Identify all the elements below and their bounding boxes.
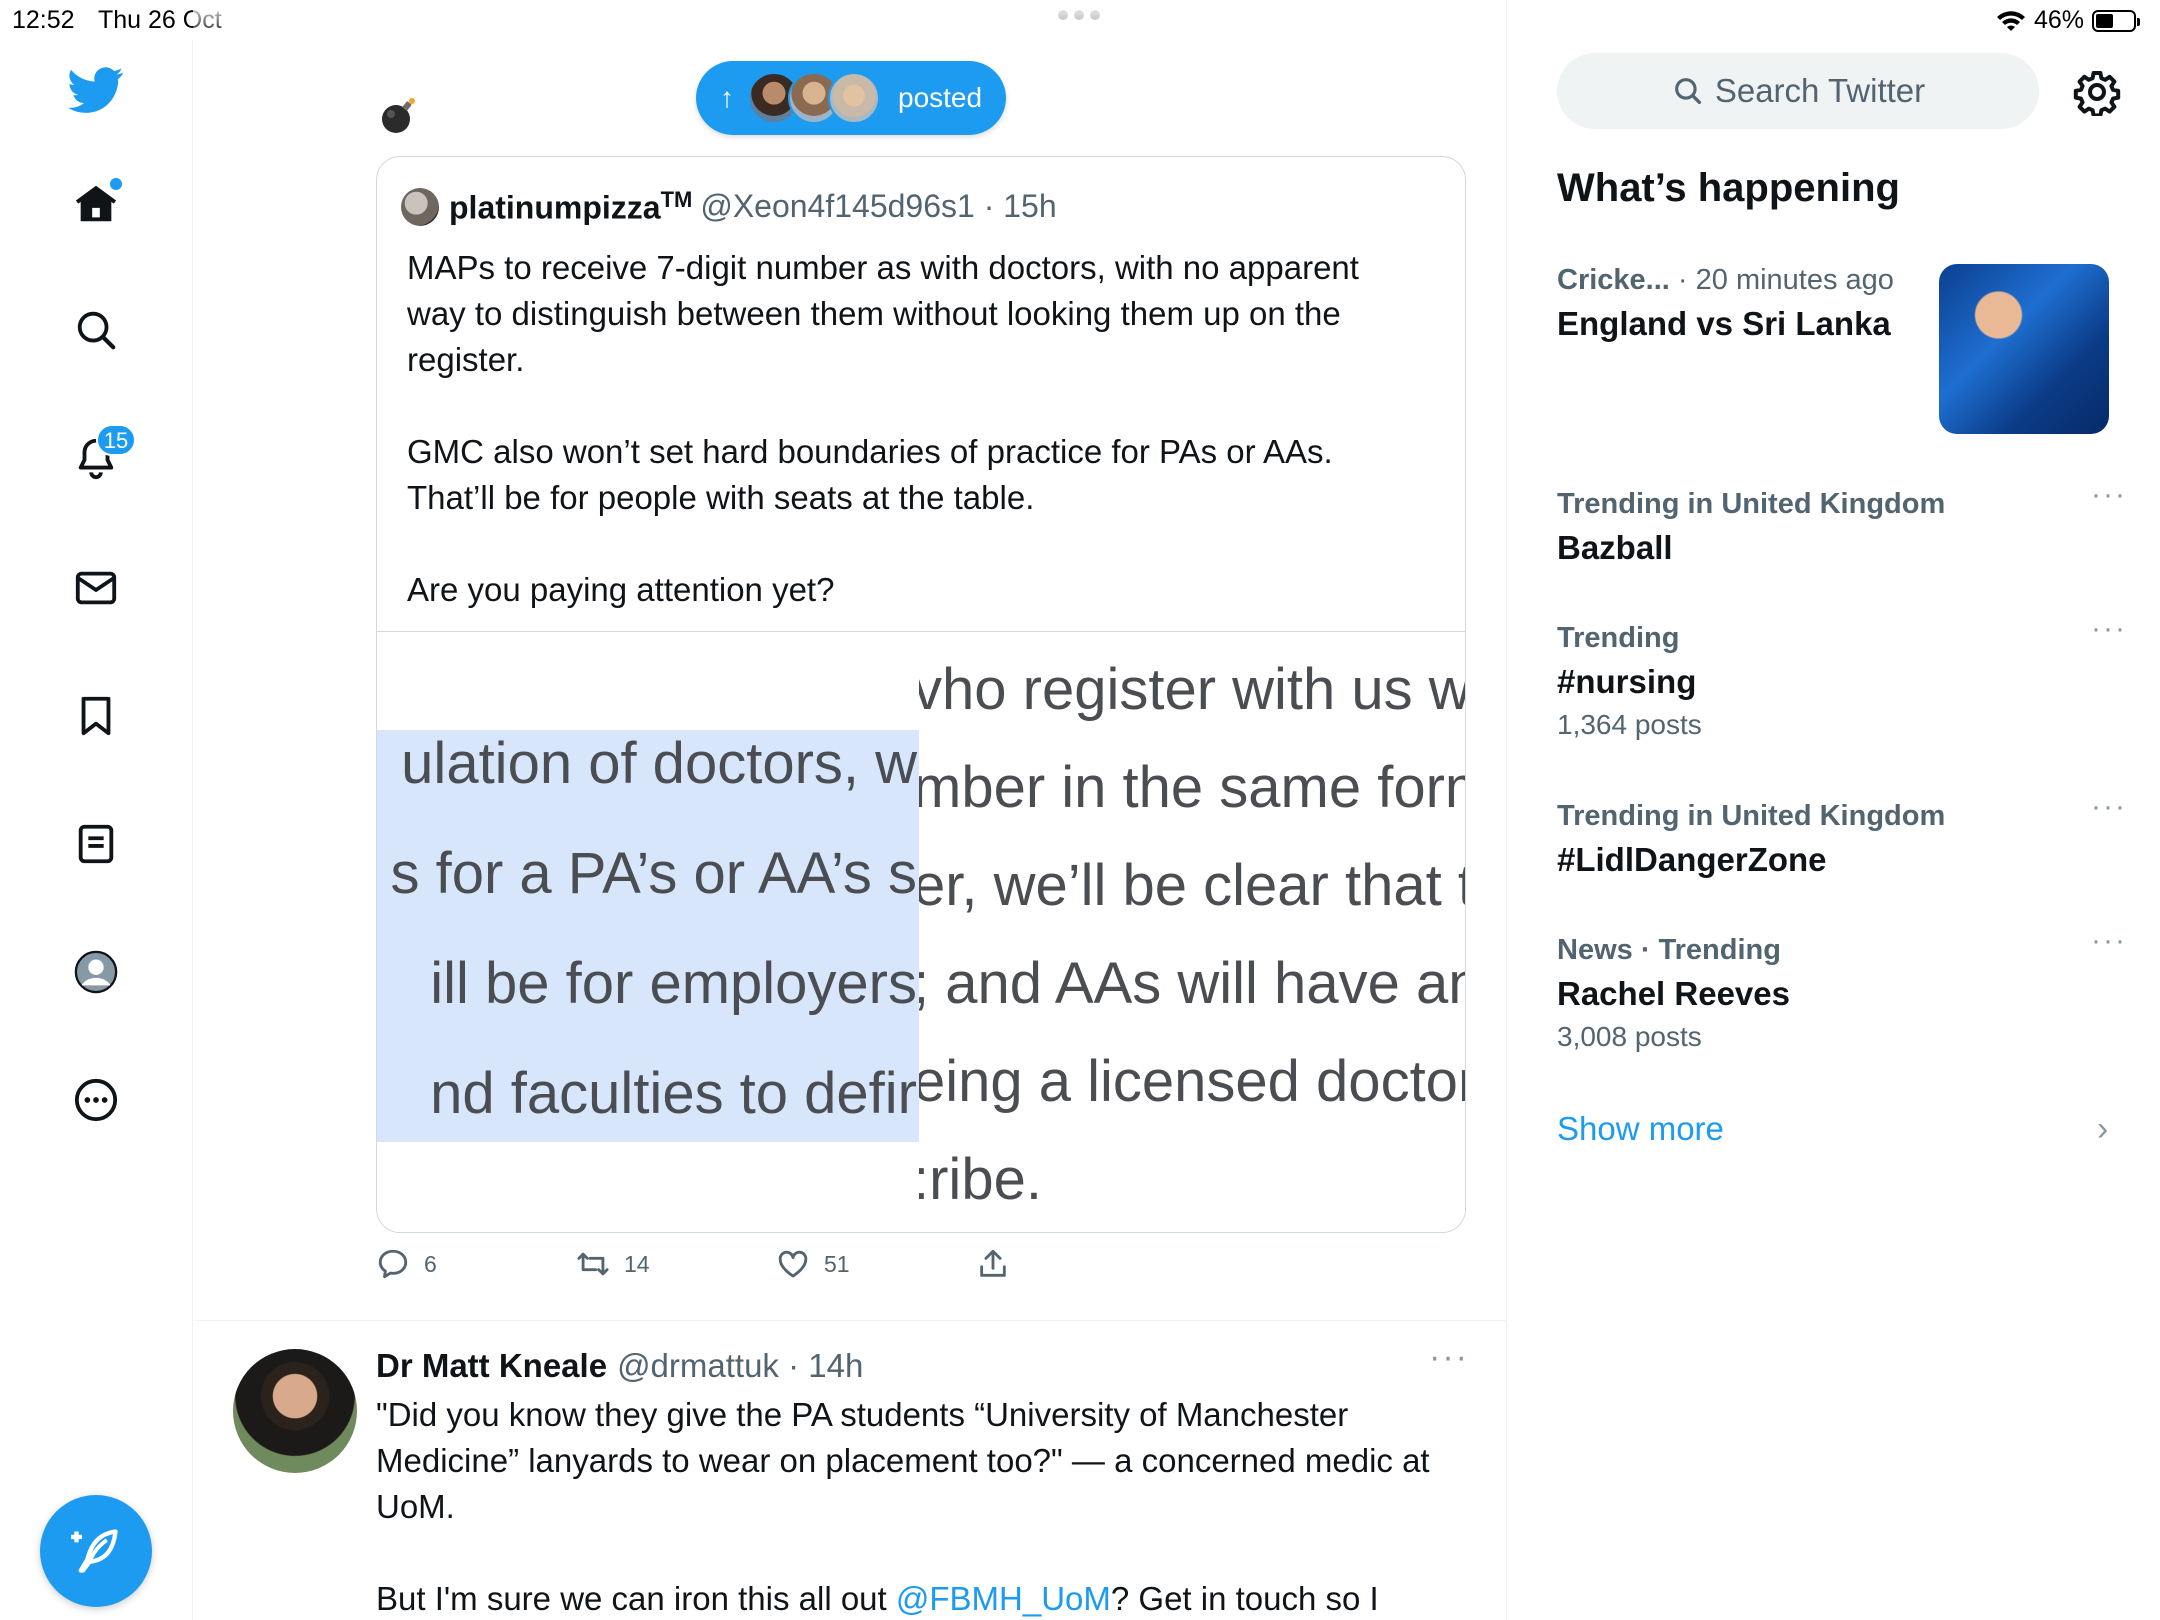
trend-item[interactable]: Cricke... · 20 minutes ago England vs Sr… <box>1557 264 1917 343</box>
notifications-badge: 15 <box>96 424 136 456</box>
author-handle[interactable]: @drmattuk · 14h <box>617 1347 863 1385</box>
tweet-actions: 6 14 51 <box>376 1247 1076 1291</box>
share-button[interactable] <box>976 1247 1024 1281</box>
like-count: 51 <box>824 1250 850 1277</box>
avatar <box>828 72 880 124</box>
nav-lists[interactable] <box>56 804 136 884</box>
trend-context: Trending in United Kingdom <box>1557 800 1946 832</box>
trend-more-icon[interactable]: ··· <box>2091 792 2127 822</box>
tweet-header: Dr Matt Kneale @drmattuk · 14h <box>376 1347 863 1385</box>
author-name[interactable]: Dr Matt Kneale <box>376 1347 607 1385</box>
right-sidebar: Search Twitter What’s happening Cricke..… <box>1507 0 2160 1620</box>
whats-happening-title: What’s happening <box>1557 166 1900 210</box>
settings-gear-icon[interactable] <box>2073 68 2121 116</box>
quoted-tweet-header: platinumpizzaTM @Xeon4f145d96s1 · 15h <box>401 187 1057 227</box>
quoted-author-handle[interactable]: @Xeon4f145d96s1 · 15h <box>700 188 1056 225</box>
trend-post-count: 3,008 posts <box>1557 1021 1702 1052</box>
arrow-up-icon: ↑ <box>720 82 734 113</box>
trend-item[interactable]: News · Trending Rachel Reeves 3,008 post… <box>1557 926 2127 1053</box>
tweet-divider <box>193 1320 1506 1321</box>
trend-topic: #LidlDangerZone <box>1557 841 1827 878</box>
status-time: 12:52 <box>12 6 75 34</box>
compose-feather-icon <box>71 1529 118 1573</box>
trend-context: Cricke... · 20 minutes ago <box>1557 264 1894 296</box>
like-button[interactable]: 51 <box>776 1247 850 1281</box>
reply-button[interactable]: 6 <box>376 1247 437 1281</box>
timeline: ↑ posted platinumpizzaTM @Xeon4f145d96s1… <box>193 0 1507 1620</box>
avatar[interactable] <box>233 1349 357 1473</box>
new-posts-label: posted <box>898 82 983 113</box>
tweet-more-icon[interactable]: ··· <box>1429 1340 1469 1382</box>
tweet-time: 14h <box>808 1347 864 1384</box>
trend-context: News · Trending <box>1557 934 1781 966</box>
trend-more-icon[interactable]: ··· <box>2091 926 2127 956</box>
retweet-icon <box>577 1252 609 1276</box>
trend-topic: Bazball <box>1557 529 1673 566</box>
bomb-emoji-icon <box>382 98 415 133</box>
search-icon <box>1674 78 1701 105</box>
image-crop-right: vho register with us wi mber in the same… <box>919 657 1466 1212</box>
bookmark-icon <box>81 696 111 736</box>
nav-explore[interactable] <box>56 290 136 370</box>
left-nav: 15 <box>0 40 193 1620</box>
quoted-time: 15h <box>1003 188 1057 225</box>
twitter-logo-icon[interactable] <box>56 50 136 130</box>
image-crop-left-highlighted: ulation of doctors, w s for a PA’s or AA… <box>377 730 919 1142</box>
share-icon <box>980 1249 1006 1277</box>
nav-notifications[interactable]: 15 <box>56 418 136 498</box>
reply-icon <box>378 1249 408 1279</box>
trend-item[interactable]: Trending in United Kingdom Bazball ··· <box>1557 480 2127 567</box>
nav-messages[interactable] <box>56 548 136 628</box>
reply-count: 6 <box>424 1250 437 1277</box>
mention-link[interactable]: @FBMH_UoM <box>896 1580 1111 1617</box>
trend-thumbnail-image[interactable] <box>1939 264 2109 434</box>
mail-icon <box>75 571 117 605</box>
quoted-tweet-image[interactable]: vho register with us wi mber in the same… <box>377 631 1466 1232</box>
trend-topic: England vs Sri Lanka <box>1557 305 1891 342</box>
trend-topic: #nursing <box>1557 663 1697 700</box>
trend-context: Trending <box>1557 622 1680 654</box>
search-input[interactable]: Search Twitter <box>1557 53 2039 129</box>
trend-post-count: 1,364 posts <box>1557 709 1702 740</box>
new-posts-pill[interactable]: ↑ posted <box>696 61 1006 135</box>
compose-tweet-button[interactable] <box>40 1495 152 1607</box>
avatar[interactable] <box>401 187 439 226</box>
pill-avatars <box>748 72 880 124</box>
nav-home[interactable] <box>56 164 136 244</box>
quoted-tweet[interactable]: platinumpizzaTM @Xeon4f145d96s1 · 15h MA… <box>376 156 1466 1233</box>
trend-item[interactable]: Trending #nursing 1,364 posts ··· <box>1557 614 2127 741</box>
trend-item[interactable]: Trending in United Kingdom #LidlDangerZo… <box>1557 792 2127 879</box>
retweet-button[interactable]: 14 <box>576 1247 650 1281</box>
trend-more-icon[interactable]: ··· <box>2091 480 2127 510</box>
search-icon <box>77 311 116 350</box>
profile-icon <box>74 950 118 994</box>
lists-icon <box>78 824 114 864</box>
quoted-tweet-text: MAPs to receive 7-digit number as with d… <box>407 249 1359 608</box>
search-placeholder: Search Twitter <box>1714 72 1926 109</box>
home-unread-dot <box>110 178 122 190</box>
nav-profile[interactable] <box>56 932 136 1012</box>
top-fade <box>193 0 1506 40</box>
trend-context: Trending in United Kingdom <box>1557 488 1946 520</box>
like-icon <box>778 1250 808 1278</box>
trend-topic: Rachel Reeves <box>1557 975 1790 1012</box>
chevron-right-icon: › <box>2097 1110 2109 1148</box>
nav-more[interactable] <box>56 1060 136 1140</box>
more-icon <box>74 1078 118 1122</box>
trend-more-icon[interactable]: ··· <box>2091 614 2127 644</box>
tweet-text: "Did you know they give the PA students … <box>376 1396 1430 1617</box>
nav-bookmarks[interactable] <box>56 676 136 756</box>
show-more-link[interactable]: Show more <box>1557 1110 1724 1148</box>
retweet-count: 14 <box>624 1250 650 1277</box>
quoted-author-name[interactable]: platinumpizzaTM <box>449 187 692 227</box>
